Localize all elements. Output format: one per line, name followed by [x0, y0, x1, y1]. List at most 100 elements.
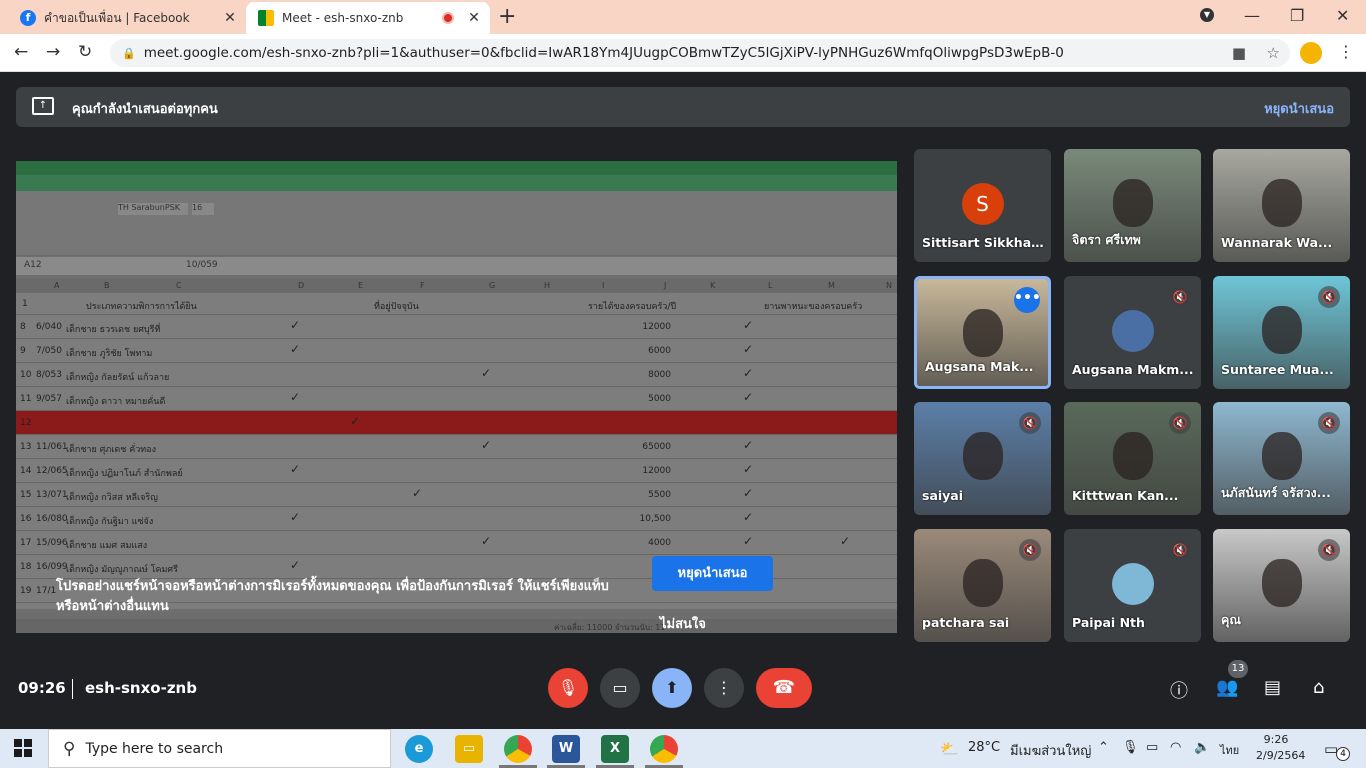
cell-id: 13/071 [36, 490, 68, 500]
excel-title-bar [16, 161, 897, 175]
tab-meet[interactable]: Meet - esh-snxo-znb ✕ [246, 2, 490, 34]
weather-desc[interactable]: มีเมฆส่วนใหญ่ [1010, 740, 1091, 761]
cell-id: 8/053 [36, 370, 62, 380]
checkmark-icon: ✓ [350, 414, 361, 428]
checkmark-icon: ✓ [743, 318, 754, 332]
url-field[interactable]: 🔒 meet.google.com/esh-snxo-znb?pli=1&aut… [110, 39, 1290, 67]
camera-button[interactable]: ▭ [600, 668, 640, 708]
cell-id: 9/057 [36, 394, 62, 404]
bookmark-star-icon[interactable]: ☆ [1267, 44, 1280, 62]
cell-name: เด็กหญิง กวิสส หลีเจริญ [66, 493, 158, 503]
column-letter: C [176, 281, 182, 290]
close-icon[interactable]: ✕ [220, 10, 240, 26]
checkmark-icon: ✓ [840, 534, 851, 548]
present-button[interactable]: ⬆ [652, 668, 692, 708]
reload-icon[interactable]: ↻ [78, 42, 92, 62]
file-explorer-icon[interactable]: ▭ [455, 735, 483, 763]
checkmark-icon: ✓ [290, 390, 301, 404]
participant-avatar [1111, 563, 1154, 605]
formula-text: 10/059 [186, 260, 218, 270]
mic-muted-icon: 🔇 [1019, 539, 1041, 561]
participant-avatar: S [961, 183, 1004, 225]
dismiss-button[interactable]: ไม่สนใจ [660, 613, 706, 634]
address-bar: ← → ↻ 🔒 meet.google.com/esh-snxo-znb?pli… [0, 34, 1366, 72]
participant-silhouette [962, 309, 1003, 357]
checkmark-icon: ✓ [290, 318, 301, 332]
activities-icon[interactable]: ⌂ [1313, 677, 1324, 698]
excel-ribbon: TH SarabunPSK 16 [16, 191, 897, 255]
row-number: 12 [20, 418, 32, 428]
taskbar-search[interactable]: ⚲ Type here to search [48, 729, 391, 768]
new-tab-button[interactable]: + [498, 6, 516, 28]
wifi-icon[interactable]: ◠ [1170, 740, 1181, 755]
close-icon[interactable]: ✕ [464, 10, 484, 26]
participant-tile[interactable]: 🔇 Kitttwan Kan... [1064, 402, 1201, 515]
participant-tile[interactable]: 🔇 Suntaree Mua... [1213, 276, 1350, 389]
tab-search-icon[interactable]: ▼ [1200, 8, 1214, 22]
participant-tile[interactable]: 🔇 Paipai Nth [1064, 529, 1201, 642]
chat-icon[interactable]: ▤ [1264, 677, 1281, 698]
google-meet-icon [258, 10, 274, 26]
minimize-button[interactable]: — [1244, 6, 1260, 25]
more-options-button[interactable]: ⋮ [704, 668, 744, 708]
cell-id: 12/065 [36, 466, 68, 476]
weather-temp[interactable]: 28°C [968, 740, 1000, 755]
mic-muted-icon: 🔇 [1318, 539, 1340, 561]
participant-tile[interactable]: 🔇 patchara sai [914, 529, 1051, 642]
header-occupation: ประเภทความพิการการได้ยิน [86, 302, 197, 312]
more-options-icon[interactable]: ••• [1014, 287, 1041, 313]
language-indicator[interactable]: ไทย [1220, 741, 1239, 759]
participant-tile[interactable]: 🔇 คุณ [1213, 529, 1350, 642]
mic-muted-icon: 🔇 [1169, 412, 1191, 434]
cell-id: 7/050 [36, 346, 62, 356]
edge-icon[interactable]: e [405, 735, 433, 763]
mic-off-button[interactable]: 🎙 [548, 668, 588, 708]
chrome-icon[interactable] [504, 735, 532, 763]
cell-income: 12000 [642, 322, 671, 332]
participant-tile[interactable]: จิตรา ศรีเทพ [1064, 149, 1201, 262]
checkmark-icon: ✓ [743, 534, 754, 548]
checkmark-icon: ✓ [290, 510, 301, 524]
participant-silhouette [962, 559, 1003, 607]
participant-tile[interactable]: 🔇 นภัสนันทร์ จรัสวง... [1213, 402, 1350, 515]
maximize-button[interactable]: ❐ [1290, 6, 1304, 25]
header-vehicle: ยานพาหนะของครอบครัว [764, 302, 863, 312]
participant-tile[interactable]: ••• Augsana Mak... [914, 276, 1051, 389]
excel-icon[interactable]: X [601, 735, 629, 763]
word-icon[interactable]: W [552, 735, 580, 763]
leave-call-button[interactable]: ☎ [756, 668, 812, 708]
stop-presenting-link[interactable]: หยุดนำเสนอ [1264, 98, 1334, 119]
camera-icon[interactable]: ■ [1232, 44, 1246, 62]
menu-icon[interactable]: ⋮ [1338, 42, 1354, 61]
battery-icon[interactable]: ▭ [1146, 740, 1158, 755]
table-row: 9 7/050 เด็กชาย ภูริชัย โพทาม 6000 ✓ ✓ [16, 339, 897, 363]
participant-tile[interactable]: S Sittisart Sikkhaj... [914, 149, 1051, 262]
clock-time: 9:26 [1263, 733, 1289, 746]
mic-muted-icon: 🔇 [1169, 539, 1191, 561]
participant-tile[interactable]: 🔇 Augsana Makm... [1064, 276, 1201, 389]
clock[interactable]: 9:26 2/9/2564 [1256, 732, 1305, 764]
participant-name: Kitttwan Kan... [1072, 488, 1179, 503]
checkmark-icon: ✓ [743, 510, 754, 524]
people-icon[interactable]: 👥 [1216, 677, 1238, 698]
chevron-up-icon[interactable]: ⌃ [1098, 740, 1109, 755]
microphone-icon[interactable]: 🎙 [1122, 740, 1139, 755]
profile-avatar[interactable] [1300, 42, 1322, 64]
participant-name: Suntaree Mua... [1221, 362, 1334, 377]
back-icon[interactable]: ← [14, 42, 28, 62]
participant-tile[interactable]: Wannarak Wa... [1213, 149, 1350, 262]
participant-tile[interactable]: 🔇 saiyai [914, 402, 1051, 515]
weather-icon[interactable]: ⛅ [940, 740, 959, 758]
lock-icon: 🔒 [122, 46, 136, 60]
windows-start-icon[interactable] [14, 739, 32, 757]
facebook-icon: f [20, 10, 36, 26]
chrome-icon[interactable] [650, 735, 678, 763]
close-window-button[interactable]: ✕ [1336, 6, 1349, 25]
info-icon[interactable]: ⓘ [1170, 677, 1188, 703]
mirror-warning-text: โปรดอย่างแชร์หน้าจอหรือหน้าต่างการมิเรอร… [56, 579, 609, 614]
volume-icon[interactable]: 🔈 [1194, 740, 1210, 755]
stop-presenting-button[interactable]: หยุดนำเสนอ [652, 556, 773, 591]
tab-facebook[interactable]: f คำขอเป็นเพื่อน | Facebook ✕ [8, 2, 246, 34]
forward-icon[interactable]: → [46, 42, 60, 62]
table-row: 10 8/053 เด็กหญิง กัลยรัตน์ แก้วลาย 8000 ✓ ✓ [16, 363, 897, 387]
